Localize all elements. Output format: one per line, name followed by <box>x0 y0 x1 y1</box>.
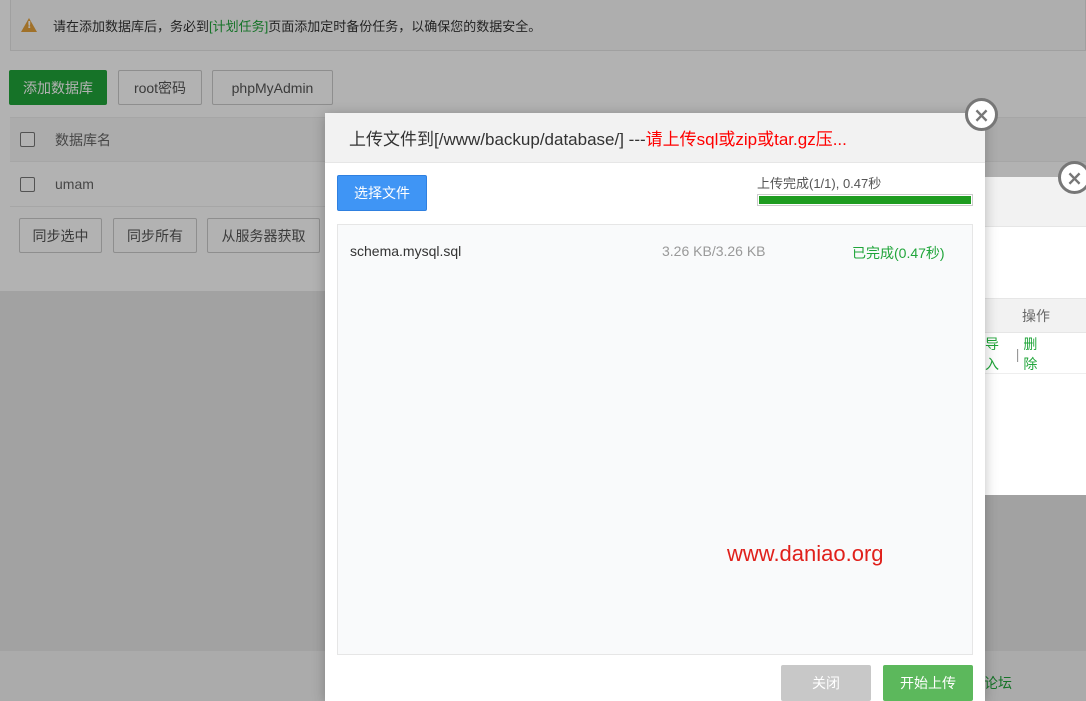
file-list: schema.mysql.sql 3.26 KB/3.26 KB 已完成(0.4… <box>337 224 973 655</box>
file-status: 已完成(0.47秒) <box>852 245 945 261</box>
upload-progress-fill <box>759 196 971 204</box>
close-button[interactable]: 关闭 <box>781 665 871 701</box>
operations-cell: 导入 | 删除 <box>985 334 1086 374</box>
start-upload-button[interactable]: 开始上传 <box>883 665 973 701</box>
upload-title-hint: 请上传sql或zip或tar.gz压... <box>645 130 847 149</box>
choose-file-button[interactable]: 选择文件 <box>337 175 427 211</box>
close-icon[interactable]: × <box>965 98 998 131</box>
upload-progress-bar <box>757 194 973 206</box>
file-size: 3.26 KB/3.26 KB <box>662 243 766 259</box>
operations-column-header: 操作 <box>985 298 1086 333</box>
upload-dialog-title: 上传文件到[/www/backup/database/] --- 请上传sql或… <box>325 113 985 163</box>
upload-progress-text: 上传完成(1/1), 0.47秒 <box>757 176 882 191</box>
import-dialog: 操作 导入 | 删除 <box>985 177 1086 495</box>
list-item: schema.mysql.sql 3.26 KB/3.26 KB 已完成(0.4… <box>338 243 974 267</box>
file-name: schema.mysql.sql <box>350 243 462 259</box>
action-separator: | <box>1015 345 1020 362</box>
delete-link[interactable]: 删除 <box>1023 334 1050 374</box>
upload-title-path: 上传文件到[/www/backup/database/] --- <box>349 130 646 149</box>
close-icon[interactable]: × <box>1058 161 1086 194</box>
import-link[interactable]: 导入 <box>985 334 1012 374</box>
watermark-text: www.daniao.org <box>727 541 884 566</box>
upload-dialog: 上传文件到[/www/backup/database/] --- 请上传sql或… <box>325 113 985 701</box>
